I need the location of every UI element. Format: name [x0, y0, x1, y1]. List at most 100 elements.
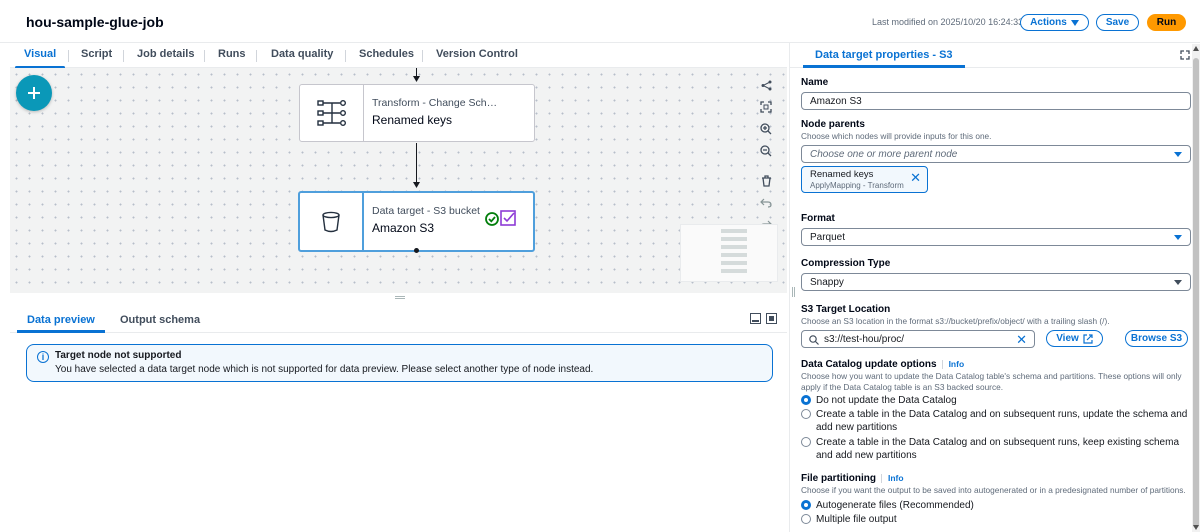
clear-input-icon[interactable]: ✕ [1016, 332, 1027, 348]
drag-handle-icon [395, 296, 405, 299]
radio-label: Multiple file output [816, 514, 897, 525]
properties-scrollbar[interactable] [1192, 44, 1200, 532]
horizontal-resize-handle[interactable] [10, 293, 787, 303]
tab-runs[interactable]: Runs [218, 48, 246, 68]
tab-data-quality[interactable]: Data quality [271, 48, 333, 68]
tab-data-preview[interactable]: Data preview [17, 314, 105, 333]
info-link[interactable]: Info [949, 359, 965, 369]
search-icon [809, 335, 819, 345]
panel-divider [789, 43, 790, 532]
s3-bucket-icon [300, 193, 364, 250]
node-parents-select[interactable]: Choose one or more parent node [801, 145, 1191, 163]
zoom-in-icon[interactable] [757, 120, 775, 138]
tab-divider [204, 50, 205, 62]
trash-icon[interactable] [757, 172, 775, 190]
tab-script[interactable]: Script [81, 48, 112, 68]
node-renamed-keys[interactable]: Transform - Change Sch… Renamed keys [299, 84, 535, 142]
vertical-resize-handle[interactable] [792, 287, 795, 297]
catalog-options-description: Choose how you want to update the Data C… [801, 371, 1182, 392]
remove-token-icon[interactable]: ✕ [910, 170, 921, 186]
catalog-options-title: Data Catalog update options [801, 359, 937, 370]
node-amazon-s3[interactable]: Data target - S3 bucket Amazon S3 [298, 191, 535, 252]
external-link-icon [1083, 333, 1093, 344]
name-field[interactable]: Amazon S3 [801, 92, 1191, 110]
token-subtitle: ApplyMapping - Transform [810, 181, 904, 190]
catalog-options-label: Data Catalog update options Info [801, 359, 964, 370]
apply-mapping-icon [300, 85, 364, 141]
job-tabs: Visual Script Job details Runs Data qual… [10, 44, 787, 69]
catalog-option-row[interactable]: Do not update the Data Catalog [801, 394, 1191, 407]
node-type-label: Data target - S3 bucket [372, 205, 480, 217]
properties-tabs: Data target properties - S3 [790, 44, 1192, 68]
format-label: Format [801, 213, 835, 224]
tab-schedules[interactable]: Schedules [359, 48, 414, 68]
view-label: View [1056, 333, 1079, 344]
format-select[interactable]: Parquet [801, 228, 1191, 246]
compression-type-label: Compression Type [801, 258, 891, 269]
minimap-node [721, 245, 747, 249]
file-partitioning-description: Choose if you want the output to be save… [801, 485, 1186, 495]
parent-node-token: Renamed keys ApplyMapping - Transform ✕ [801, 166, 928, 193]
undo-icon[interactable] [757, 194, 775, 212]
visual-canvas[interactable]: Transform - Change Sch… Renamed keys Dat… [10, 68, 787, 293]
scroll-thumb[interactable] [1193, 58, 1199, 528]
tab-output-schema[interactable]: Output schema [120, 314, 200, 326]
output-port[interactable] [414, 248, 419, 253]
minimize-panel-icon[interactable] [750, 313, 761, 324]
catalog-option-row[interactable]: Create a table in the Data Catalog and o… [801, 408, 1191, 434]
check-circle-icon [485, 212, 499, 226]
run-button[interactable]: Run [1147, 14, 1186, 31]
data-quality-icon [500, 210, 516, 226]
job-header: hou-sample-glue-job Last modified on 202… [0, 0, 1200, 43]
compression-type-select[interactable]: Snappy [801, 273, 1191, 291]
tab-version-control[interactable]: Version Control [436, 48, 518, 68]
partition-option-row[interactable]: Multiple file output [801, 513, 1191, 526]
radio-label: Do not update the Data Catalog [816, 395, 957, 406]
format-value: Parquet [810, 232, 846, 243]
catalog-option-row[interactable]: Create a table in the Data Catalog and o… [801, 436, 1191, 462]
radio-button[interactable] [801, 437, 811, 447]
caret-down-icon [1174, 235, 1182, 240]
actions-label: Actions [1030, 17, 1067, 28]
scroll-down-icon[interactable] [1193, 525, 1199, 530]
partition-option-row[interactable]: Autogenerate files (Recommended) [801, 499, 1191, 512]
share-icon[interactable] [757, 76, 775, 94]
panel-window-controls [750, 313, 777, 324]
file-partitioning-label: File partitioning Info [801, 473, 904, 484]
view-button[interactable]: View [1046, 330, 1103, 347]
zoom-out-icon[interactable] [757, 142, 775, 160]
tab-job-details[interactable]: Job details [137, 48, 194, 68]
compression-value: Snappy [810, 277, 844, 288]
node-name-label: Renamed keys [372, 113, 453, 127]
radio-button[interactable] [801, 500, 811, 510]
browse-s3-button[interactable]: Browse S3 [1125, 330, 1188, 347]
actions-button[interactable]: Actions [1020, 14, 1089, 31]
s3-location-label: S3 Target Location [801, 304, 891, 315]
s3-location-value: s3://test-hou/proc/ [824, 334, 905, 345]
tab-divider [256, 50, 257, 62]
radio-button[interactable] [801, 395, 811, 405]
radio-label: Create a table in the Data Catalog and o… [816, 409, 1188, 433]
minimap-node [721, 269, 747, 273]
s3-location-input[interactable]: s3://test-hou/proc/ ✕ [801, 330, 1035, 348]
maximize-panel-icon[interactable] [766, 313, 777, 324]
tab-divider [422, 50, 423, 62]
add-node-button[interactable] [16, 75, 52, 111]
caret-down-icon [1174, 152, 1182, 157]
tab-divider [123, 50, 124, 62]
info-link[interactable]: Info [888, 473, 904, 483]
minimap-node [721, 237, 747, 241]
minimap-node [721, 261, 747, 265]
canvas-minimap[interactable] [680, 224, 778, 282]
radio-label: Create a table in the Data Catalog and o… [816, 437, 1180, 461]
expand-icon[interactable] [1180, 50, 1190, 60]
radio-button[interactable] [801, 514, 811, 524]
last-modified-text: Last modified on 2025/10/20 16:24:33 [872, 17, 1024, 27]
minimap-node [721, 253, 747, 257]
tab-data-target-properties[interactable]: Data target properties - S3 [803, 49, 965, 68]
scroll-up-icon[interactable] [1193, 46, 1199, 51]
radio-button[interactable] [801, 409, 811, 419]
tab-visual[interactable]: Visual [14, 48, 66, 69]
save-button[interactable]: Save [1096, 14, 1139, 31]
fit-to-screen-icon[interactable] [757, 98, 775, 116]
